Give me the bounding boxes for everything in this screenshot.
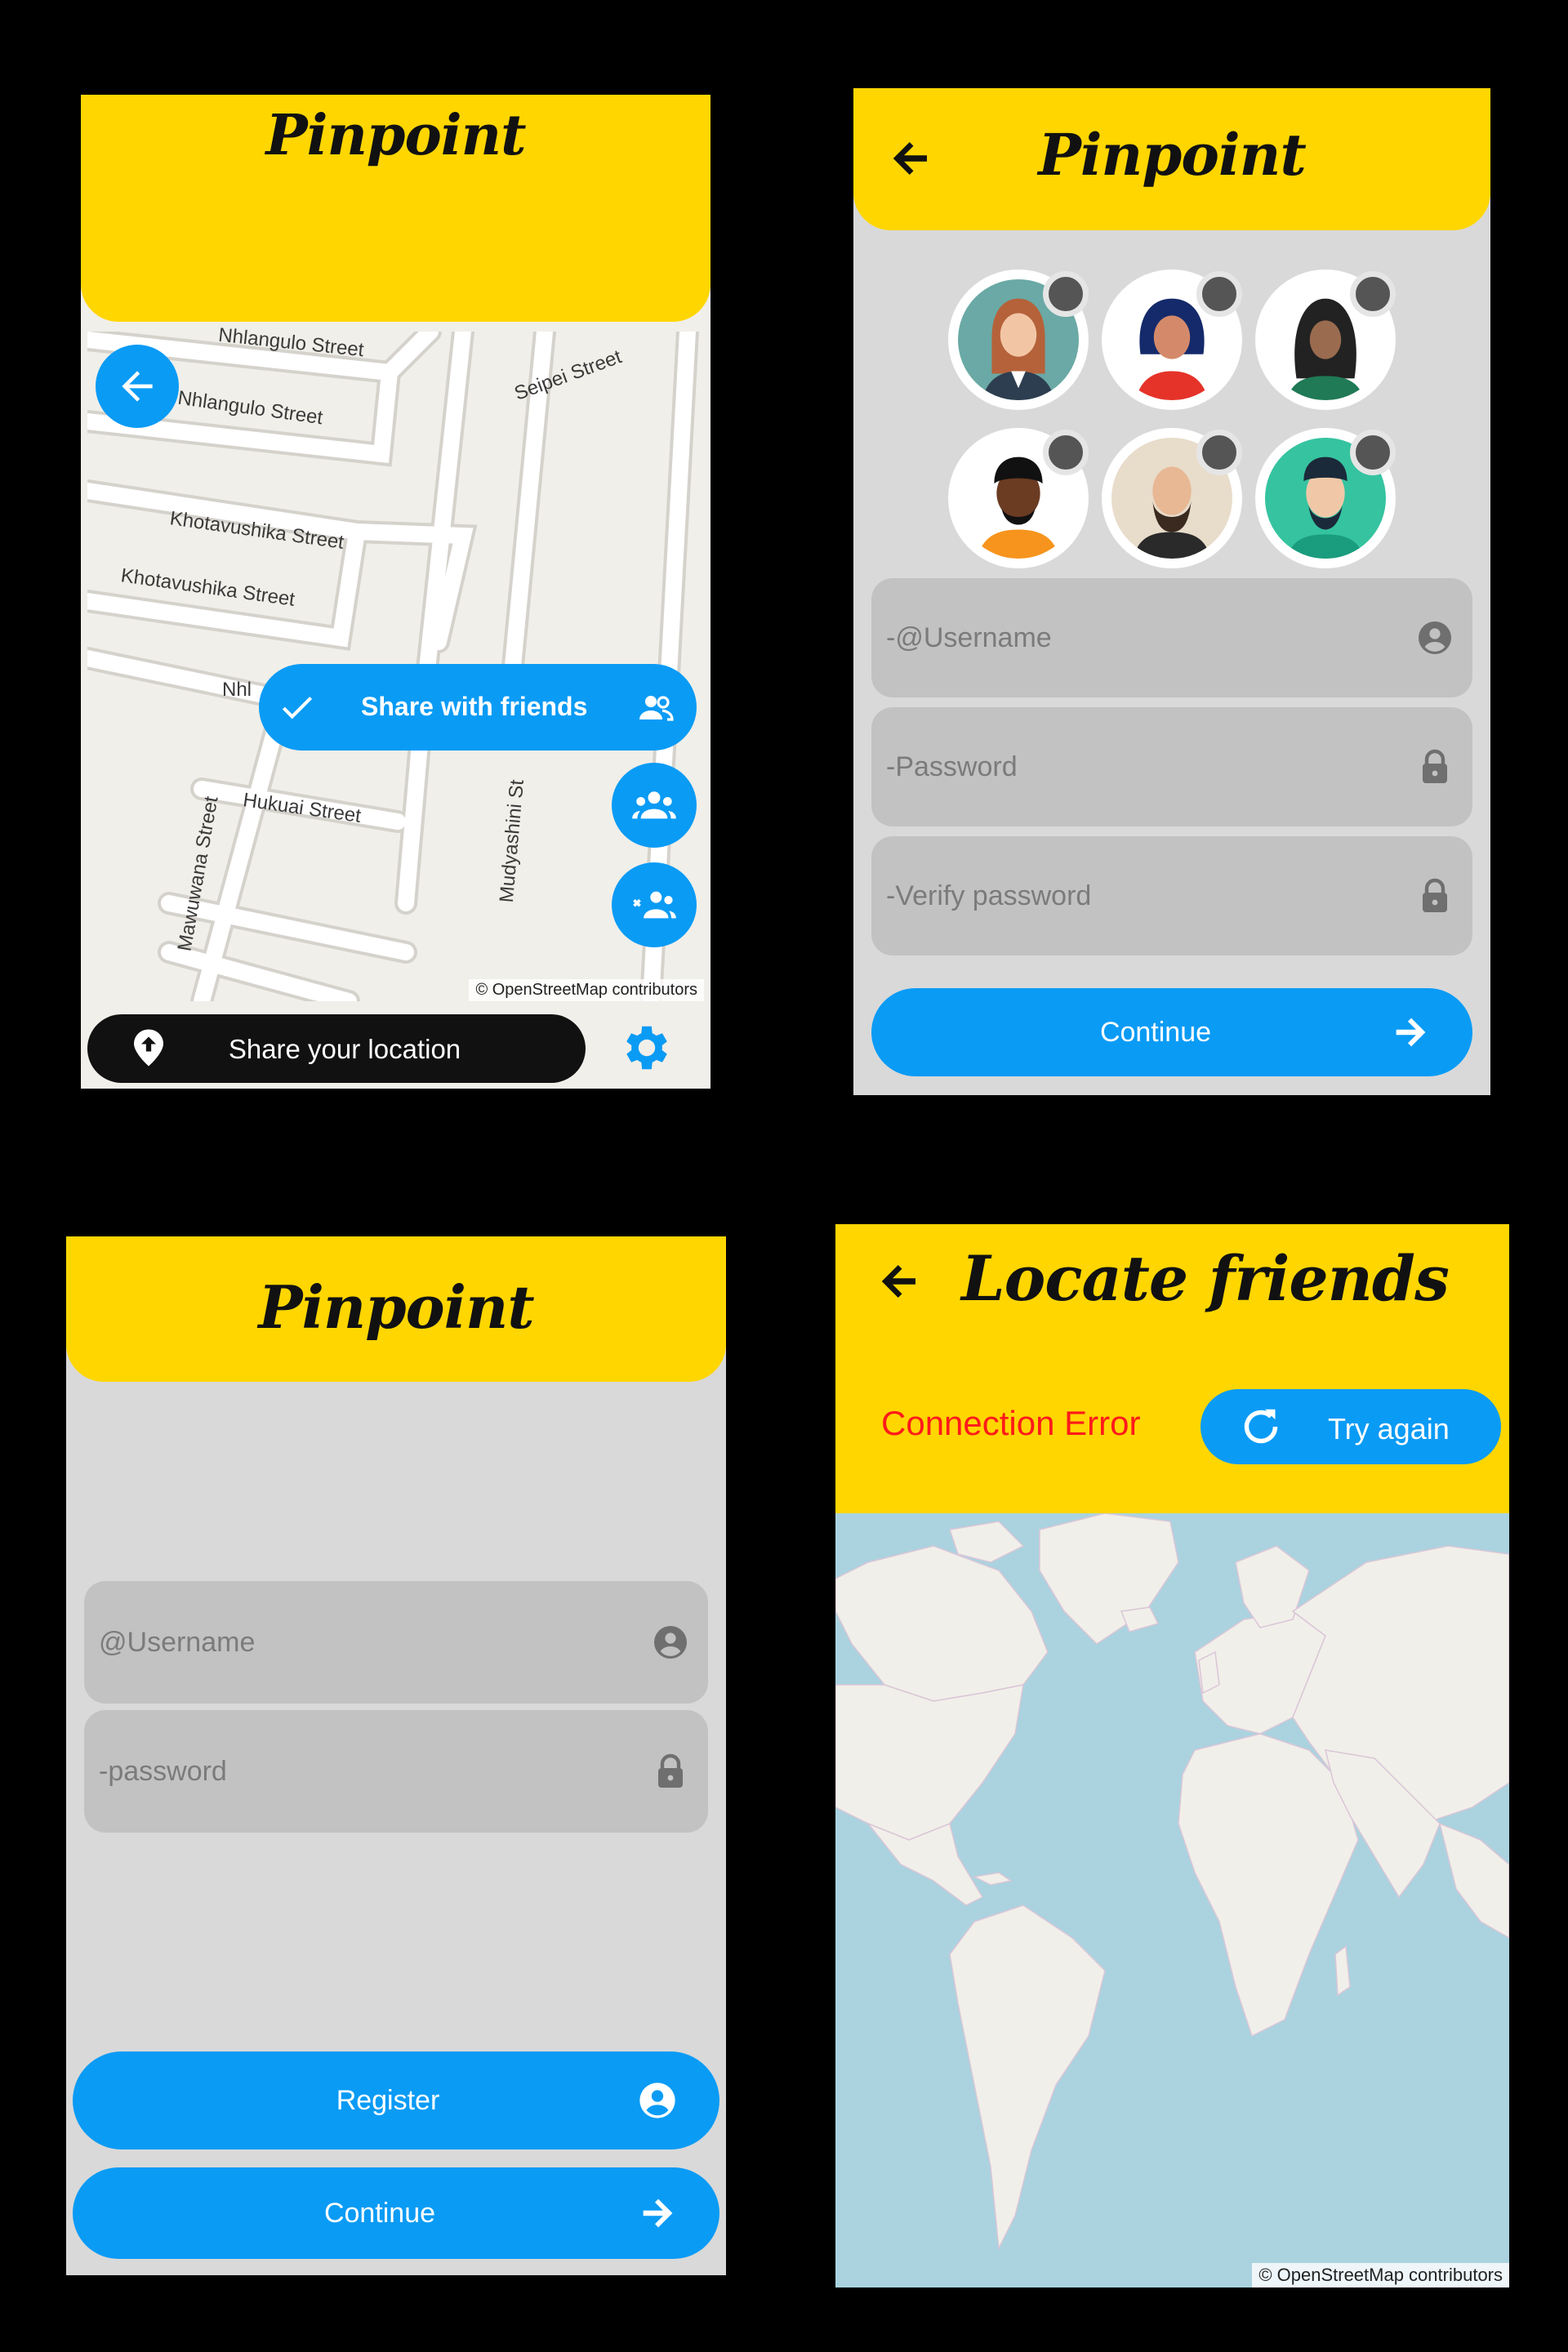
refresh-icon: [1244, 1409, 1278, 1444]
page-title: Locate friends: [961, 1242, 1450, 1315]
map-attribution: © OpenStreetMap contributors: [469, 979, 704, 1001]
avatar-option[interactable]: [1255, 270, 1396, 410]
remove-group-button[interactable]: [612, 862, 697, 947]
continue-button[interactable]: Continue: [871, 988, 1472, 1076]
verify-password-field[interactable]: -Verify password: [871, 836, 1472, 956]
login-screen: Pinpoint @Username -password Register Co…: [66, 1236, 726, 2275]
settings-button[interactable]: [618, 1019, 675, 1076]
locate-friends-screen: Locate friends Connection Error Try agai…: [835, 1224, 1509, 2287]
arrow-right-icon: [636, 2192, 679, 2234]
account-circle-icon: [1415, 618, 1454, 657]
app-logo: Pinpoint: [1038, 121, 1307, 189]
app-header: Pinpoint: [81, 95, 710, 322]
password-placeholder: -password: [99, 1755, 227, 1787]
group-remove-icon: [633, 891, 676, 919]
group-button[interactable]: [612, 763, 697, 848]
try-again-label: Try again: [1328, 1412, 1450, 1446]
lock-icon: [1415, 747, 1454, 786]
username-placeholder: -@Username: [886, 621, 1052, 653]
group-icon: [632, 791, 676, 819]
register-button[interactable]: Register: [73, 2051, 719, 2149]
avatar-option[interactable]: [948, 428, 1089, 568]
avatar-select-indicator: [1350, 430, 1396, 475]
password-placeholder: -Password: [886, 751, 1018, 782]
arrow-right-icon: [1389, 1011, 1432, 1054]
share-location-button[interactable]: Share your location: [87, 1014, 586, 1083]
app-logo: Pinpoint: [265, 103, 527, 168]
avatar-option[interactable]: [1102, 270, 1242, 410]
continue-button[interactable]: Continue: [73, 2167, 719, 2259]
avatar-select-indicator: [1043, 430, 1089, 475]
avatar-select-indicator: [1043, 271, 1089, 317]
back-button[interactable]: [96, 345, 179, 428]
people-icon: [639, 696, 674, 721]
avatar-option[interactable]: [1255, 428, 1396, 568]
map-attribution: © OpenStreetMap contributors: [1252, 2263, 1509, 2287]
avatar-select-indicator: [1196, 271, 1242, 317]
register-screen: Pinpoint -@Username -Password -Verify pa…: [853, 88, 1490, 1095]
register-label: Register: [336, 2084, 440, 2116]
map-share-screen: Nhlangulo Street Nhlangulo Street Seipei…: [81, 95, 710, 1089]
try-again-button[interactable]: Try again: [1200, 1389, 1501, 1464]
lock-icon: [1415, 876, 1454, 915]
account-circle-icon: [636, 2079, 679, 2122]
app-header: Locate friends Connection Error Try agai…: [835, 1224, 1509, 1513]
app-header: Pinpoint: [66, 1236, 726, 1382]
avatar-select-indicator: [1350, 271, 1396, 317]
avatar-select-indicator: [1196, 430, 1242, 475]
street-label: Nhl: [222, 679, 252, 701]
continue-label: Continue: [1099, 1016, 1212, 1048]
app-logo: Pinpoint: [258, 1272, 534, 1342]
username-field[interactable]: -@Username: [871, 578, 1472, 697]
world-map-land: [835, 1513, 1509, 2251]
app-header: Pinpoint: [853, 88, 1490, 230]
username-placeholder: @Username: [99, 1626, 256, 1658]
lock-icon: [651, 1752, 690, 1791]
password-field[interactable]: -Password: [871, 707, 1472, 826]
password-field[interactable]: -password: [84, 1710, 708, 1833]
connection-error-text: Connection Error: [881, 1404, 1141, 1442]
username-field[interactable]: @Username: [84, 1581, 708, 1704]
arrow-left-icon: [122, 371, 153, 402]
share-with-friends-button[interactable]: Share with friends: [259, 664, 697, 751]
continue-label: Continue: [323, 2197, 436, 2229]
world-map[interactable]: © OpenStreetMap contributors: [835, 1513, 1509, 2287]
share-with-friends-label: Share with friends: [361, 692, 588, 721]
check-icon: [282, 697, 313, 719]
avatar-option[interactable]: [1102, 428, 1242, 568]
avatar-option[interactable]: [948, 270, 1089, 410]
gear-icon: [626, 1026, 667, 1070]
verify-password-placeholder: -Verify password: [886, 880, 1092, 911]
account-circle-icon: [651, 1623, 690, 1662]
share-location-label: Share your location: [228, 1034, 461, 1064]
